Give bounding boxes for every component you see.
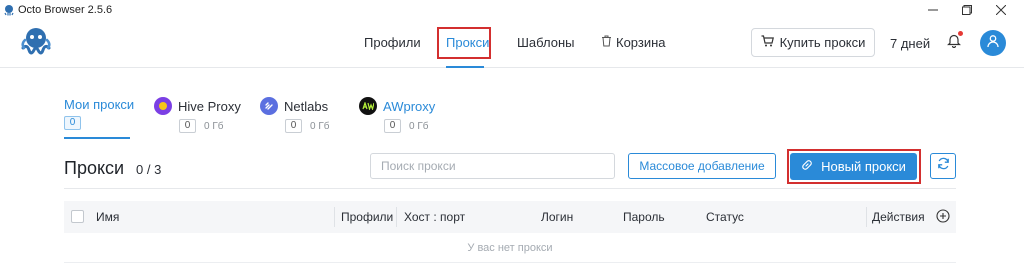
- column-name[interactable]: Имя: [96, 210, 119, 224]
- close-icon[interactable]: [986, 0, 1016, 20]
- refresh-button[interactable]: [930, 153, 956, 179]
- new-proxy-label: Новый прокси: [821, 159, 906, 174]
- nav-active-indicator: [446, 66, 484, 68]
- column-host-port[interactable]: Хост : порт: [404, 210, 465, 224]
- tab-awproxy[interactable]: AWproxy 0 0 Гб: [359, 97, 435, 133]
- subscription-days-left: 7 дней: [890, 36, 931, 51]
- app-icon: [3, 3, 15, 21]
- new-proxy-button[interactable]: Новый прокси: [790, 153, 917, 180]
- user-icon: [986, 34, 1000, 53]
- tab-netlabs[interactable]: Netlabs 0 0 Гб: [260, 97, 329, 133]
- buy-proxy-button[interactable]: Купить прокси: [751, 28, 875, 57]
- app-header: Профили Прокси Шаблоны Корзина Купить пр…: [0, 20, 1024, 68]
- netlabs-icon: [260, 97, 278, 115]
- title-bar: Octo Browser 2.5.6: [0, 0, 1024, 20]
- tab-awproxy-count: 0: [384, 119, 401, 133]
- tab-awproxy-label: AWproxy: [383, 98, 436, 114]
- tab-netlabs-traffic: 0 Гб: [310, 120, 330, 132]
- tab-hive-proxy-traffic: 0 Гб: [204, 120, 224, 132]
- tab-netlabs-count: 0: [285, 119, 302, 133]
- cart-icon: [761, 35, 774, 50]
- octopus-logo[interactable]: [19, 26, 53, 63]
- tab-my-proxies[interactable]: Мои прокси 0: [64, 97, 134, 130]
- nav-proxies[interactable]: Прокси: [446, 35, 489, 50]
- nav-trash[interactable]: Корзина: [601, 35, 666, 50]
- avatar[interactable]: [980, 30, 1006, 56]
- provider-tab-active-indicator: [64, 137, 130, 139]
- proxy-count: 0 / 3: [136, 162, 162, 177]
- column-login[interactable]: Логин: [541, 210, 573, 224]
- nav-profiles[interactable]: Профили: [364, 35, 421, 50]
- nav-trash-label: Корзина: [616, 35, 666, 50]
- table-header: Имя Профили Хост : порт Логин Пароль Ста…: [64, 201, 956, 233]
- bulk-add-button[interactable]: Массовое добавление: [628, 153, 776, 179]
- add-column-icon[interactable]: [936, 209, 950, 228]
- search-input[interactable]: [370, 153, 615, 179]
- empty-state-text: У вас нет прокси: [467, 242, 553, 254]
- tab-my-proxies-count: 0: [64, 116, 81, 130]
- column-status[interactable]: Статус: [706, 210, 744, 224]
- window-title: Octo Browser 2.5.6: [18, 4, 113, 16]
- column-separator[interactable]: [334, 207, 335, 227]
- tab-my-proxies-label: Мои прокси: [64, 97, 135, 112]
- nav-templates[interactable]: Шаблоны: [517, 35, 575, 50]
- tab-netlabs-label: Netlabs: [284, 98, 329, 114]
- refresh-icon: [937, 157, 950, 175]
- link-icon: [801, 159, 813, 174]
- column-profiles[interactable]: Профили: [341, 210, 393, 224]
- section-divider: [64, 188, 956, 189]
- table-empty-row: У вас нет прокси: [64, 233, 956, 263]
- tab-hive-proxy-count: 0: [179, 119, 196, 133]
- notification-dot: [958, 31, 963, 36]
- column-password[interactable]: Пароль: [623, 210, 665, 224]
- minimize-icon[interactable]: [918, 0, 948, 20]
- tab-hive-proxy[interactable]: Hive Proxy 0 0 Гб: [154, 97, 241, 133]
- tab-awproxy-traffic: 0 Гб: [409, 120, 429, 132]
- buy-proxy-label: Купить прокси: [779, 35, 866, 50]
- tab-hive-proxy-label: Hive Proxy: [178, 98, 241, 114]
- hive-proxy-icon: [154, 97, 172, 115]
- page-title: Прокси: [64, 158, 125, 178]
- column-actions[interactable]: Действия: [872, 210, 925, 224]
- column-separator[interactable]: [866, 207, 867, 227]
- awproxy-icon: [359, 97, 377, 115]
- bell-icon[interactable]: [947, 33, 961, 53]
- column-separator[interactable]: [396, 207, 397, 227]
- trash-icon: [601, 35, 612, 50]
- maximize-icon[interactable]: [952, 0, 982, 20]
- select-all-checkbox[interactable]: [71, 210, 84, 223]
